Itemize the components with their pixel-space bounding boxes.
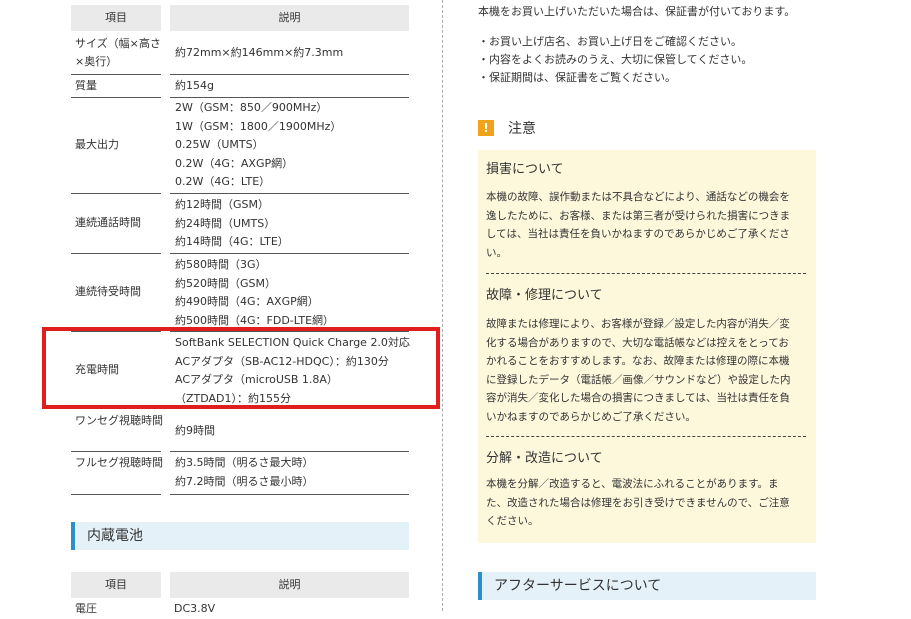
table-row-fullseg-time: フルセグ視聴時間 約3.5時間（明るさ最大時） 約7.2時間（明るさ最小時） (71, 454, 409, 492)
subheading-repair: 故障・修理について (486, 288, 603, 303)
row-value-line: 0.2W（4G：AXGP網） (175, 156, 294, 170)
table-row-max-output: 最大出力 2W（GSM：850／900MHz） 1W（GSM：1800／1900… (71, 99, 409, 193)
row-value-line: 約3.5時間（明るさ最大時） (175, 456, 314, 469)
row-value-line: 約7.2時間（明るさ最小時） (175, 474, 314, 488)
paragraph-modify: 本機を分解／改造すると、電波法にふれることがあります。ま た、改造された場合は修… (486, 478, 790, 527)
column-divider (442, 0, 443, 611)
dashed-divider (486, 436, 806, 437)
row-value-line: 約580時間（3G） (175, 258, 267, 271)
table-header-description: 説明 (170, 572, 409, 598)
row-label: 電圧 (75, 602, 97, 615)
paragraph-damage: 本機の故障、誤作動または不具合などにより、通話などの機会を 逸したために、お客様… (486, 191, 791, 259)
row-label: 連続待受時間 (75, 285, 141, 298)
row-value: 約154g (175, 79, 214, 92)
caution-title: 注意 (508, 121, 536, 137)
table-row-oneseg-time: ワンセグ視聴時間 約9時間 (71, 412, 409, 450)
subheading-damage: 損害について (486, 162, 564, 177)
row-value-line: 約520時間（GSM） (175, 276, 276, 290)
row-label: サイズ（幅×高さ×奥行） (75, 37, 161, 68)
row-label: ワンセグ視聴時間 (75, 414, 163, 427)
row-value: DC3.8V (174, 602, 216, 615)
warning-icon: ! (478, 120, 494, 136)
section-heading-after-service: アフターサービスについて (478, 572, 816, 600)
row-value-line: 1W（GSM：1800／1900MHz） (175, 119, 342, 133)
bullet-item: ・内容をよくお読みのうえ、大切に保管してください。 (478, 53, 753, 66)
row-label: 最大出力 (75, 138, 119, 151)
dashed-divider (486, 273, 806, 274)
table-row-weight: 質量 約154g (71, 77, 409, 97)
row-value-line: 約490時間（4G：AXGP網） (175, 295, 319, 308)
row-value-line: 約14時間（4G：LTE） (175, 235, 289, 248)
row-value-line: 約12時間（GSM） (175, 198, 269, 211)
subheading-modify: 分解・改造について (486, 451, 603, 466)
row-label: 質量 (75, 79, 97, 92)
table-header-description: 説明 (170, 5, 409, 31)
table-header-item: 項目 (71, 572, 161, 598)
table-row-standby-time: 連続待受時間 約580時間（3G） 約520時間（GSM） 約490時間（4G：… (71, 256, 409, 328)
row-value: 約9時間 (175, 424, 215, 437)
row-label: 連続通話時間 (75, 216, 141, 229)
row-value: 約72mm×約146mm×約7.3mm (175, 46, 344, 59)
highlight-box (42, 327, 440, 409)
row-value-line: 約24時間（UMTS） (175, 216, 276, 230)
paragraph-repair: 故障または修理により、お客様が登録／設定した内容が消失／変 化する場合があります… (486, 318, 791, 423)
row-value-line: 2W（GSM：850／900MHz） (175, 101, 328, 114)
row-label: フルセグ視聴時間 (75, 456, 163, 469)
table-row-size: サイズ（幅×高さ×奥行） 約72mm×約146mm×約7.3mm (71, 35, 409, 73)
bullet-item: ・お買い上げ店名、お買い上げ日をご確認ください。 (478, 35, 742, 48)
table-row-talk-time: 連続通話時間 約12時間（GSM） 約24時間（UMTS） 約14時間（4G：L… (71, 196, 409, 252)
row-value-line: 0.2W（4G：LTE） (175, 175, 271, 188)
warranty-text: 本機をお買い上げいただいた場合は、保証書が付いております。 (478, 5, 796, 18)
table-header-item: 項目 (71, 5, 161, 31)
section-heading-battery: 内蔵電池 (71, 522, 409, 550)
bullet-item: ・保証期間は、保証書をご覧ください。 (478, 71, 676, 84)
caution-box: 損害について 本機の故障、誤作動または不具合などにより、通話などの機会を 逸した… (478, 150, 816, 543)
row-value-line: 0.25W（UMTS） (175, 138, 264, 151)
